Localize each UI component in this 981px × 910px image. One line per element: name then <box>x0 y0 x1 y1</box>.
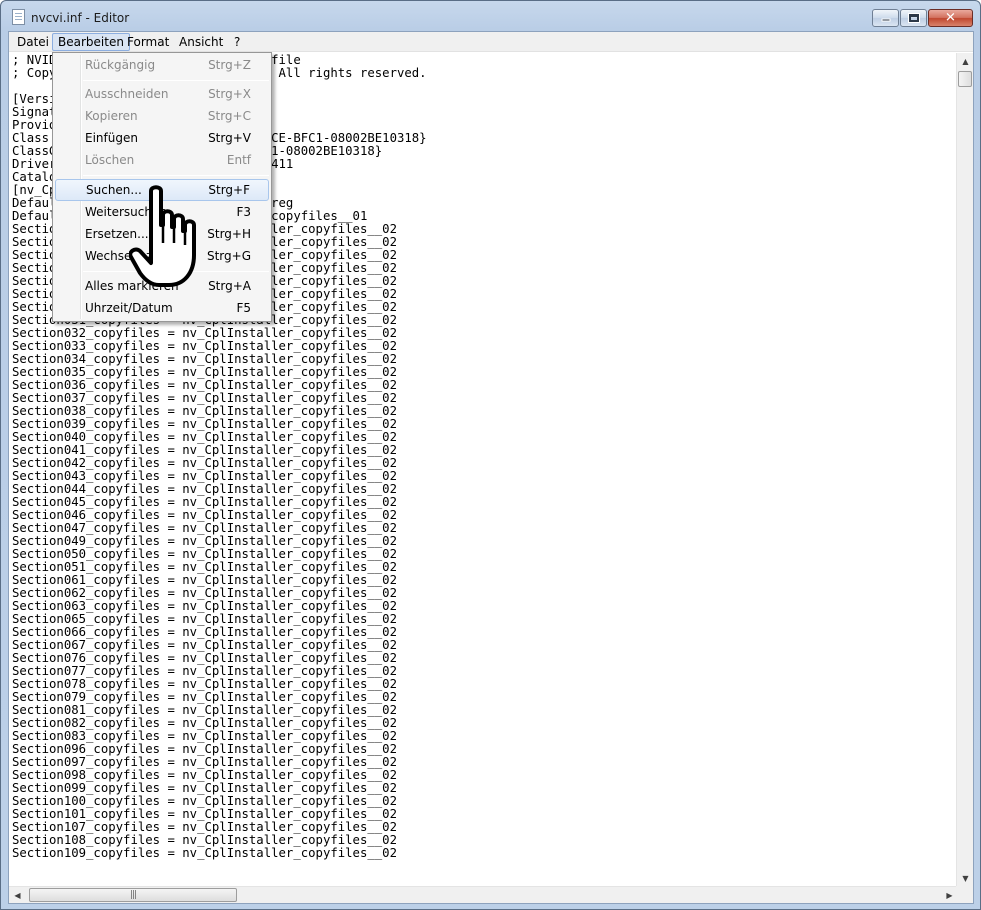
menu-separator <box>83 175 269 176</box>
menu-item-einfügen[interactable]: Einfügen Strg+V <box>55 127 269 149</box>
menu-item-kopieren[interactable]: Kopieren Strg+C <box>55 105 269 127</box>
scroll-up-arrow-icon[interactable]: ▲ <box>957 53 974 70</box>
menu-item-label: Kopieren <box>85 109 138 123</box>
hand-pointer-icon <box>129 185 196 287</box>
scroll-down-arrow-icon[interactable]: ▼ <box>957 870 974 887</box>
menu-item-ausschneiden[interactable]: Ausschneiden Strg+X <box>55 83 269 105</box>
menu-item-label: Uhrzeit/Datum <box>85 301 173 315</box>
scroll-left-arrow-icon[interactable]: ◀ <box>9 887 26 904</box>
menu-item-label: Ausschneiden <box>85 87 169 101</box>
menu-item-shortcut: Strg+F <box>208 183 250 197</box>
menu-item-shortcut: Strg+X <box>208 87 251 101</box>
window-title: nvcvi.inf - Editor <box>31 11 130 25</box>
menu-item-label: Löschen <box>85 153 135 167</box>
menu-item-shortcut: Strg+H <box>207 227 251 241</box>
menu-item-shortcut: Strg+G <box>206 249 251 263</box>
close-button[interactable]: ✕ <box>928 9 973 27</box>
grip-icon: ||| <box>129 890 137 900</box>
editor-window: nvcvi.inf - Editor ✕ Datei Bearbeiten Fo… <box>0 0 981 910</box>
menu-separator <box>83 80 269 81</box>
vertical-scrollbar[interactable]: ▲ ▼ <box>956 53 973 887</box>
menu-item-shortcut: F3 <box>236 205 251 219</box>
menu-datei[interactable]: Datei <box>12 33 54 51</box>
menu-item-shortcut: F5 <box>236 301 251 315</box>
menu-item-shortcut: Strg+V <box>208 131 251 145</box>
menu-item-shortcut: Strg+A <box>208 279 251 293</box>
menu-help[interactable]: ? <box>229 33 245 51</box>
maximize-icon <box>907 13 920 23</box>
maximize-button[interactable] <box>900 9 927 27</box>
horizontal-scrollbar[interactable]: ◀ ||| ▶ <box>9 886 958 903</box>
close-icon: ✕ <box>945 10 956 26</box>
notepad-icon <box>12 9 25 25</box>
menu-ansicht[interactable]: Ansicht <box>174 33 228 51</box>
menu-item-shortcut: Strg+Z <box>208 58 251 72</box>
text-line: Section109_copyfiles = nv_CplInstaller_c… <box>12 846 397 860</box>
minimize-button[interactable] <box>872 9 899 27</box>
menu-item-label: Einfügen <box>85 131 138 145</box>
title-bar[interactable]: nvcvi.inf - Editor ✕ <box>1 1 980 31</box>
menu-bar: Datei Bearbeiten Format Ansicht ? <box>9 32 973 52</box>
menu-item-shortcut: Strg+C <box>207 109 251 123</box>
menu-item-uhrzeit-datum[interactable]: Uhrzeit/Datum F5 <box>55 297 269 319</box>
menu-item-löschen[interactable]: Löschen Entf <box>55 149 269 171</box>
menu-bearbeiten[interactable]: Bearbeiten <box>52 33 130 51</box>
menu-item-shortcut: Entf <box>226 153 251 167</box>
menu-item-label: Rückgängig <box>85 58 156 72</box>
caption-buttons: ✕ <box>871 9 973 27</box>
menu-format[interactable]: Format <box>122 33 174 51</box>
minimize-icon <box>881 15 890 22</box>
horizontal-scroll-thumb[interactable]: ||| <box>29 888 237 902</box>
vertical-scroll-thumb[interactable] <box>958 71 972 87</box>
menu-item-rückgängig[interactable]: Rückgängig Strg+Z <box>55 54 269 76</box>
size-grip[interactable] <box>956 886 973 903</box>
